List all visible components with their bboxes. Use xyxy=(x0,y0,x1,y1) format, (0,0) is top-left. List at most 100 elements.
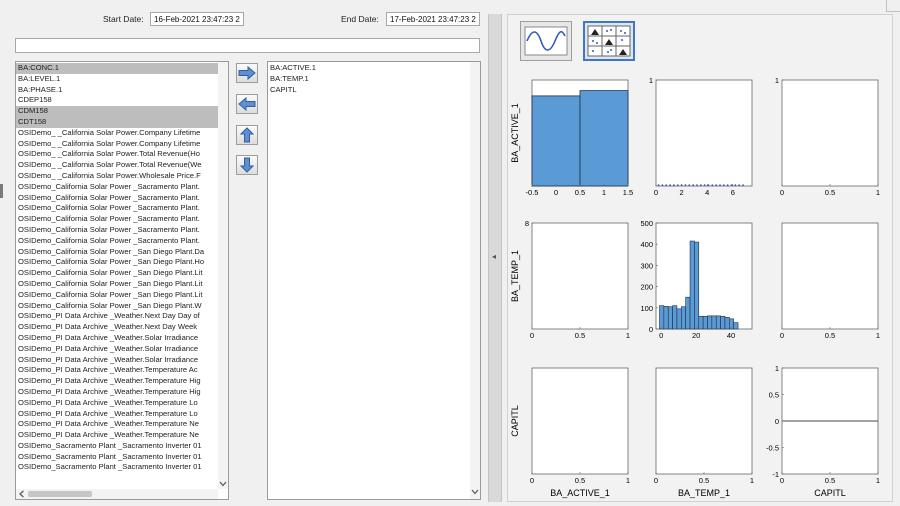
tag-list-item[interactable]: OSIDemo_PI Data Archive _Weather.Next Da… xyxy=(16,311,218,322)
selected-tag-item[interactable]: BA:ACTIVE.1 xyxy=(268,63,470,74)
tag-list-item[interactable]: OSIDemo_California Solar Power _San Dieg… xyxy=(16,301,218,312)
selected-tags-vertical-scrollbar[interactable] xyxy=(470,62,480,499)
panel-splitter[interactable]: ◂ xyxy=(488,14,502,502)
available-tags-horizontal-scrollbar[interactable] xyxy=(16,489,218,499)
tag-list-item[interactable]: OSIDemo_California Solar Power _San Dieg… xyxy=(16,290,218,301)
line-plot-button[interactable] xyxy=(520,21,572,61)
scroll-left-arrow-icon[interactable] xyxy=(17,489,27,499)
tag-list-item[interactable]: CDEP158 xyxy=(16,95,218,106)
end-date-label: End Date: xyxy=(341,14,379,24)
tag-list-item[interactable]: OSIDemo_ _California Solar Power.Total R… xyxy=(16,149,218,160)
end-date-field[interactable]: 17-Feb-2021 23:47:23 2 xyxy=(386,12,480,26)
scatter-point xyxy=(688,184,691,187)
horizontal-scroll-thumb[interactable] xyxy=(28,491,92,497)
tag-list-item[interactable]: OSIDemo_PI Data Archive _Weather.Tempera… xyxy=(16,419,218,430)
move-down-button[interactable] xyxy=(236,155,258,175)
tag-list-item[interactable]: OSIDemo_Sacramento Plant _Sacramento Inv… xyxy=(16,452,218,463)
scatter-point xyxy=(715,184,718,187)
x-tick-label: 0.5 xyxy=(825,331,835,340)
tag-list-item[interactable]: OSIDemo_ _California Solar Power.Company… xyxy=(16,139,218,150)
scroll-down-arrow-icon[interactable] xyxy=(470,487,480,497)
tag-list-item[interactable]: OSIDemo_PI Data Archive _Weather.Tempera… xyxy=(16,387,218,398)
tag-list-item[interactable]: OSIDemo_California Solar Power _Sacramen… xyxy=(16,203,218,214)
histogram-bar xyxy=(531,95,581,187)
available-tags-items: BA:CONC.1 BA:LEVEL.1 BA:PHASE.1 CDEP158 CDM1… xyxy=(16,63,218,473)
x-tick-label: 0.5 xyxy=(825,188,835,197)
remove-from-selection-button[interactable] xyxy=(236,94,258,114)
scatter-point xyxy=(676,184,679,187)
start-date-label: Start Date: xyxy=(103,14,144,24)
y-tick-label: -0.5 xyxy=(766,444,779,453)
x-tick-label: 1 xyxy=(876,188,880,197)
tag-list-item[interactable]: OSIDemo_PI Data Archive _Weather.Solar I… xyxy=(16,333,218,344)
y-tick-label: 200 xyxy=(640,283,653,292)
start-date-field[interactable]: 16-Feb-2021 23:47:23 2 xyxy=(150,12,244,26)
scatter-matrix-button[interactable] xyxy=(583,21,635,61)
subplot-axes xyxy=(531,367,629,475)
x-tick-label: 0 xyxy=(530,476,534,485)
x-tick-label: 1 xyxy=(626,476,630,485)
histogram-bar xyxy=(685,296,691,330)
tag-list-item[interactable]: BA:PHASE.1 xyxy=(16,85,218,96)
scatter-point xyxy=(696,184,698,187)
tag-list-item[interactable]: OSIDemo_California Solar Power _Sacramen… xyxy=(16,182,218,193)
x-tick-label: 0 xyxy=(780,188,784,197)
tag-list-item[interactable]: OSIDemo_ _California Solar Power.Total R… xyxy=(16,160,218,171)
y-tick-label: -1 xyxy=(772,470,779,479)
tag-list-item[interactable]: OSIDemo_California Solar Power _San Dieg… xyxy=(16,257,218,268)
y-tick-label: 1 xyxy=(775,364,779,373)
x-tick-label: 4 xyxy=(705,188,709,197)
tag-list-item[interactable]: OSIDemo_California Solar Power _Sacramen… xyxy=(16,214,218,225)
tag-list-item[interactable]: BA:LEVEL.1 xyxy=(16,74,218,85)
add-to-selection-button[interactable] xyxy=(236,63,258,83)
histogram-bar xyxy=(698,315,704,330)
tag-list-item[interactable]: OSIDemo_PI Data Archive _Weather.Tempera… xyxy=(16,398,218,409)
sine-wave-icon xyxy=(524,26,568,56)
arrow-right-icon xyxy=(238,66,256,80)
y-axis-title: BA_ACTIVE_1 xyxy=(510,103,520,163)
scatter-point xyxy=(738,184,741,187)
y-tick-label: 8 xyxy=(525,219,529,228)
x-tick-label: 1 xyxy=(876,476,880,485)
arrow-left-icon xyxy=(238,97,256,111)
tag-list-item[interactable]: OSIDemo_ _California Solar Power.Wholesa… xyxy=(16,171,218,182)
subplot-axes xyxy=(655,79,753,187)
tag-list-item[interactable]: OSIDemo_Sacramento Plant _Sacramento Inv… xyxy=(16,462,218,473)
selected-tags-list[interactable]: BA:ACTIVE.1 BA:TEMP.1 CAPITL xyxy=(267,61,481,500)
tag-list-item[interactable]: OSIDemo_PI Data Archive _Weather.Tempera… xyxy=(16,430,218,441)
available-tags-vertical-scrollbar[interactable] xyxy=(218,62,228,489)
tag-list-item[interactable]: OSIDemo_California Solar Power _San Dieg… xyxy=(16,247,218,258)
tag-list-item[interactable]: OSIDemo_Sacramento Plant _Sacramento Inv… xyxy=(16,441,218,452)
arrow-up-icon xyxy=(240,127,254,143)
selected-tag-item[interactable]: BA:TEMP.1 xyxy=(268,74,470,85)
tag-list-item[interactable]: OSIDemo_PI Data Archive _Weather.Tempera… xyxy=(16,376,218,387)
tag-list-item[interactable]: OSIDemo_PI Data Archive _Weather.Tempera… xyxy=(16,409,218,420)
scatter-point xyxy=(722,184,725,187)
scroll-down-arrow-icon[interactable] xyxy=(218,479,228,489)
tag-list-item[interactable]: OSIDemo_California Solar Power _Sacramen… xyxy=(16,225,218,236)
tag-list-item[interactable]: CDT158 xyxy=(16,116,218,128)
x-tick-label: 1.5 xyxy=(623,188,633,197)
selected-tag-item[interactable]: CAPITL xyxy=(268,85,470,96)
tag-list-item[interactable]: OSIDemo_ _California Solar Power.Company… xyxy=(16,128,218,139)
tag-list-item[interactable]: OSIDemo_California Solar Power _San Dieg… xyxy=(16,279,218,290)
x-tick-label: 0 xyxy=(654,476,658,485)
collapse-panel-icon[interactable]: ◂ xyxy=(492,252,496,261)
x-tick-label: 0 xyxy=(654,188,658,197)
tag-list-item[interactable]: OSIDemo_PI Data Archive _Weather.Solar I… xyxy=(16,355,218,366)
tag-list-item[interactable]: OSIDemo_PI Data Archive _Weather.Next Da… xyxy=(16,322,218,333)
tag-list-item[interactable]: OSIDemo_California Solar Power _Sacramen… xyxy=(16,236,218,247)
tag-search-input[interactable] xyxy=(15,38,480,53)
tag-list-item[interactable]: OSIDemo_PI Data Archive _Weather.Tempera… xyxy=(16,365,218,376)
tag-list-item[interactable]: OSIDemo_PI Data Archive _Weather.Solar I… xyxy=(16,344,218,355)
move-up-button[interactable] xyxy=(236,125,258,145)
tag-list-item[interactable]: CDM158 xyxy=(16,106,218,117)
tag-list-item[interactable]: OSIDemo_California Solar Power _Sacramen… xyxy=(16,193,218,204)
tag-list-item[interactable]: BA:CONC.1 xyxy=(16,63,218,74)
scatter-point xyxy=(730,184,733,187)
x-tick-label: 1 xyxy=(602,188,606,197)
tag-list-item[interactable]: OSIDemo_California Solar Power _San Dieg… xyxy=(16,268,218,279)
scatter-point xyxy=(742,184,744,187)
x-tick-label: -0.5 xyxy=(526,188,539,197)
available-tags-list[interactable]: BA:CONC.1 BA:LEVEL.1 BA:PHASE.1 CDEP158 CDM1… xyxy=(15,61,229,500)
